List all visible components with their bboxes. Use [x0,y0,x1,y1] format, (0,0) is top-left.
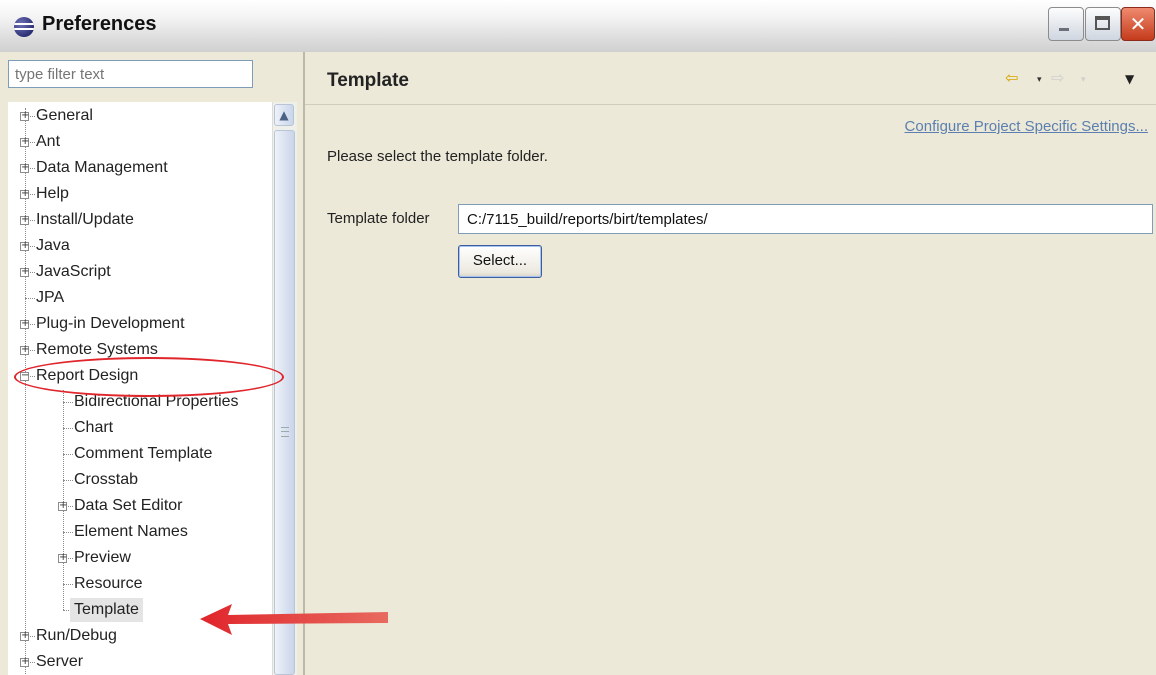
preference-page: Template ⇦ ▾ ⇨ ▾ ▼ Configure Project Spe… [305,52,1156,675]
tree-scrollbar[interactable]: ▲ [272,102,297,675]
tree-connector-line [63,480,73,481]
window-title: Preferences [42,13,157,35]
tree-item-resource[interactable]: Resource [74,572,142,596]
template-folder-input[interactable] [458,204,1153,234]
filter-input[interactable] [8,60,253,88]
maximize-icon [1095,16,1110,30]
tree-connector-line [63,402,73,403]
expand-icon[interactable]: + [20,319,29,329]
expand-icon[interactable]: + [20,163,29,173]
tree-item-java[interactable]: Java [36,234,70,258]
expand-icon[interactable]: + [58,553,67,563]
tree-item-chart[interactable]: Chart [74,416,113,440]
grip-icon [281,427,289,437]
tree-connector-line [63,454,73,455]
scroll-thumb[interactable] [274,130,295,675]
tree-item-plug-in-development[interactable]: Plug-in Development [36,312,185,336]
page-header: Template ⇦ ▾ ⇨ ▾ ▼ [305,52,1156,105]
tree-connector-line [63,532,73,533]
view-menu-icon[interactable]: ▼ [1125,69,1134,89]
tree-item-element-names[interactable]: Element Names [74,520,188,544]
back-arrow-icon[interactable]: ⇦ [1005,68,1018,88]
close-icon: ✕ [1129,12,1147,36]
expand-icon[interactable]: + [20,137,29,147]
expand-icon[interactable]: + [20,241,29,251]
tree-item-ant[interactable]: Ant [36,130,60,154]
expand-icon[interactable]: + [20,631,29,641]
maximize-button[interactable] [1085,7,1121,41]
tree-item-preview[interactable]: Preview [74,546,131,570]
tree-item-data-management[interactable]: Data Management [36,156,168,180]
expand-icon[interactable]: + [20,345,29,355]
expand-icon[interactable]: + [20,111,29,121]
title-bar[interactable]: Preferences ✕ [0,0,1156,53]
close-button[interactable]: ✕ [1121,7,1155,41]
tree-item-jpa[interactable]: JPA [36,286,64,310]
forward-dropdown-icon[interactable]: ▾ [1081,70,1086,90]
back-dropdown-icon[interactable]: ▾ [1037,70,1042,90]
tree-item-crosstab[interactable]: Crosstab [74,468,138,492]
minimize-icon [1059,28,1069,31]
forward-arrow-icon[interactable]: ⇨ [1051,68,1064,88]
tree-item-template[interactable]: Template [70,598,143,622]
expand-icon[interactable]: + [20,267,29,277]
tree-connector-line [63,428,73,429]
tree-item-help[interactable]: Help [36,182,69,206]
minimize-button[interactable] [1048,7,1084,41]
expand-icon[interactable]: + [20,657,29,667]
select-button[interactable]: Select... [458,245,542,278]
tree-item-javascript[interactable]: JavaScript [36,260,111,284]
tree-connector-line [25,298,35,299]
page-title: Template [327,70,410,91]
preferences-window: Preferences ✕ + General + Ant + Data Manageme… [0,0,1156,675]
template-folder-label: Template folder [327,210,430,227]
tree-item-install-update[interactable]: Install/Update [36,208,134,232]
expand-icon[interactable]: + [58,501,67,511]
tree-item-comment-template[interactable]: Comment Template [74,442,212,466]
expand-icon[interactable]: + [20,189,29,199]
eclipse-icon [14,17,34,37]
expand-icon[interactable]: + [20,215,29,225]
annotation-circle [14,357,284,397]
configure-project-settings-link[interactable]: Configure Project Specific Settings... [905,118,1148,135]
tree-item-general[interactable]: General [36,104,93,128]
annotation-arrow-icon [200,604,388,635]
tree-item-data-set-editor[interactable]: Data Set Editor [74,494,183,518]
scroll-up-button[interactable]: ▲ [274,104,294,126]
tree-item-server[interactable]: Server [36,650,83,674]
tree-item-run-debug[interactable]: Run/Debug [36,624,117,648]
page-description: Please select the template folder. [327,148,548,165]
tree-connector-line [63,584,73,585]
